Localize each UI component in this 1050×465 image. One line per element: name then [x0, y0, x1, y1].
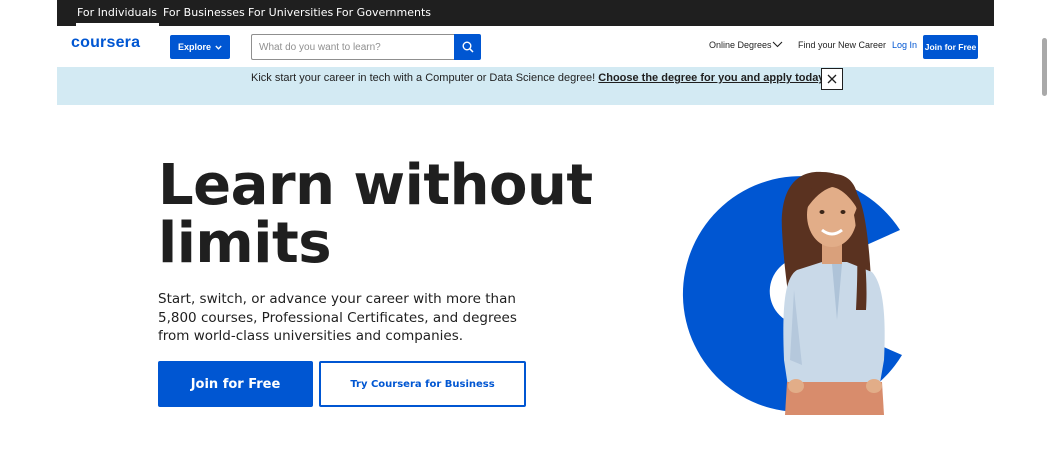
tab-individuals[interactable]: For Individuals — [76, 0, 159, 26]
scrollbar-thumb[interactable] — [1042, 38, 1047, 96]
banner-link[interactable]: Choose the degree for you and apply toda… — [598, 72, 824, 84]
tab-businesses[interactable]: For Businesses — [163, 0, 245, 26]
hero-join-button[interactable]: Join for Free — [158, 361, 313, 407]
hero-title-line-2: limits — [158, 211, 332, 276]
search-button[interactable] — [454, 34, 481, 60]
coursera-logo[interactable]: coursera — [71, 34, 140, 52]
hero-description: Start, switch, or advance your career wi… — [158, 291, 517, 344]
search-icon — [462, 41, 474, 53]
search-input[interactable] — [251, 34, 455, 60]
hero-title-line-1: Learn without — [158, 153, 593, 218]
explore-button[interactable]: Explore — [170, 35, 230, 59]
chevron-down-icon[interactable] — [772, 41, 783, 48]
page: For Individuals For Businesses For Unive… — [57, 0, 994, 465]
header: coursera Explore Online Degrees Find you… — [57, 26, 994, 67]
online-degrees-link[interactable]: Online Degrees — [709, 40, 772, 50]
explore-label: Explore — [177, 42, 211, 52]
find-career-link[interactable]: Find your New Career — [798, 40, 886, 50]
banner-close-button[interactable] — [821, 68, 843, 90]
join-for-free-button[interactable]: Join for Free — [923, 35, 978, 59]
banner-message: Kick start your career in tech with a Co… — [251, 72, 824, 84]
audience-nav: For Individuals For Businesses For Unive… — [57, 0, 994, 26]
login-link[interactable]: Log In — [892, 40, 917, 50]
tab-governments[interactable]: For Governments — [336, 0, 431, 26]
hero-title: Learn without limits — [158, 153, 593, 276]
hero-image — [682, 171, 902, 415]
try-business-button[interactable]: Try Coursera for Business — [319, 361, 526, 407]
tab-universities[interactable]: For Universities — [248, 0, 333, 26]
promo-banner: Kick start your career in tech with a Co… — [57, 67, 994, 105]
banner-text: Kick start your career in tech with a Co… — [251, 72, 599, 84]
chevron-down-icon — [215, 45, 222, 50]
page-scrollbar[interactable] — [1038, 0, 1050, 465]
close-icon — [827, 74, 837, 84]
